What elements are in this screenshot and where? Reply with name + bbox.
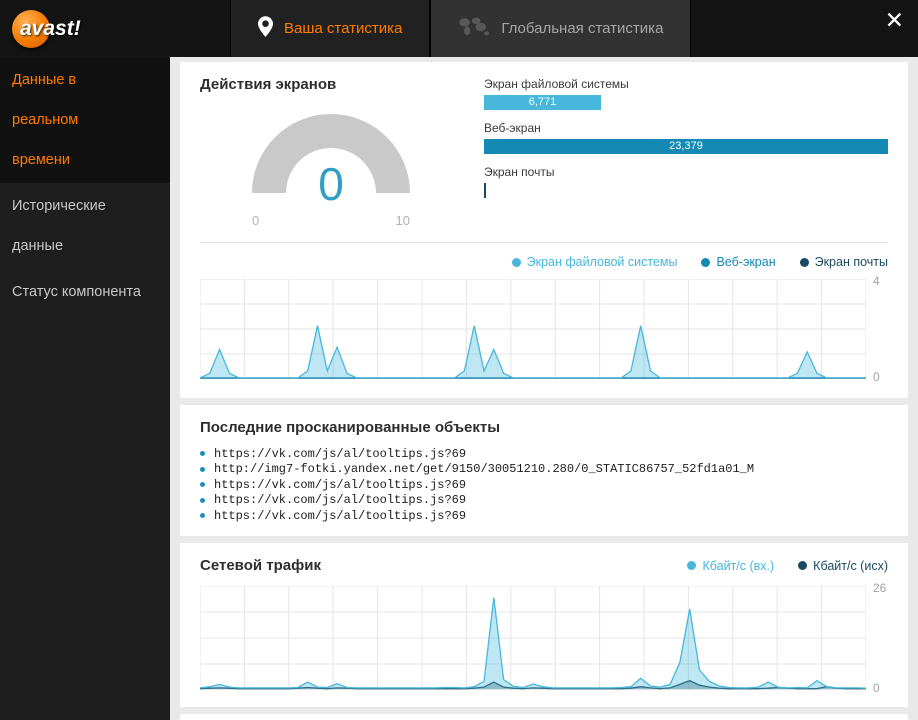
bullet-icon [200,497,205,503]
screen-actions-gauge: 0 [246,105,416,210]
tab-your-statistics[interactable]: Ваша статистика [230,0,431,57]
bullet-icon [200,513,205,519]
avast-logo: avast! [0,0,230,57]
network-traffic-legend: Кбайт/с (вх.) Кбайт/с (исх) [687,559,888,573]
bar-label: Экран почты [484,165,555,179]
main-content: Действия экранов 0 0 10 Экран файловой с… [170,57,918,720]
gauge-value: 0 [318,158,344,210]
network-traffic-card: Сетевой трафик Кбайт/с (вх.) Кбайт/с (ис… [180,543,908,707]
close-icon[interactable]: ✕ [885,9,904,32]
scanned-url: https://vk.com/js/al/tooltips.js?69 [214,477,467,492]
location-pin-icon [258,15,273,42]
legend-label: Кбайт/с (вх.) [702,558,775,573]
avast-logo-text: avast! [20,16,81,40]
scanned-objects-title: Последние просканированные объекты [200,419,501,436]
legend-dot-icon [511,257,521,267]
legend-label: Экран файловой системы [526,255,678,269]
divider [200,242,888,243]
legend-item-web: Веб-экран [701,255,776,269]
sidebar: Данные в реальном времени Исторические д… [0,57,170,720]
sidebar-item-realtime-data[interactable]: Данные в реальном времени [0,57,170,183]
screen-actions-legend: Экран файловой системы Веб-экран Экран п… [200,255,888,269]
y-axis-max-label: 4 [873,274,880,288]
bar-group-mail: Экран почты [484,165,888,198]
next-card-edge [180,714,908,720]
scanned-item: https://vk.com/js/al/tooltips.js?69 [200,446,888,462]
legend-dot-icon [687,561,697,570]
scanned-objects-card: Последние просканированные объекты https… [180,405,908,536]
bullet-icon [200,466,205,472]
bar-web: 23,379 [484,139,888,154]
scanned-item: https://vk.com/js/al/tooltips.js?69 [200,477,888,493]
legend-dot-icon [798,561,808,570]
screen-counters: Экран файловой системы 6,771 Веб-экран 2… [484,76,888,228]
gauge-min-label: 0 [252,213,260,228]
tab-label: Ваша статистика [284,20,403,37]
legend-label: Кбайт/с (исх) [813,558,888,573]
legend-item-file-system: Экран файловой системы [511,255,678,269]
scanned-item: https://vk.com/js/al/tooltips.js?69 [200,508,888,524]
bar-group-file-system: Экран файловой системы 6,771 [484,77,888,110]
y-axis-min-label: 0 [873,370,880,384]
bar-file-system: 6,771 [484,95,601,110]
screen-actions-title: Действия экранов [200,76,337,93]
scanned-url: https://vk.com/js/al/tooltips.js?69 [214,446,467,461]
network-traffic-title: Сетевой трафик [200,557,321,574]
tab-global-statistics[interactable]: Глобальная статистика [430,0,692,57]
topbar: avast! Ваша статистика Глобальная статис… [0,0,918,57]
network-traffic-chart-canvas [200,586,866,690]
legend-item-kbps-in: Кбайт/с (вх.) [687,559,774,573]
legend-item-mail: Экран почты [799,255,888,269]
scanned-item: http://img7-fotki.yandex.net/get/9150/30… [200,462,888,478]
bar-group-web: Веб-экран 23,379 [484,121,888,154]
bar-value: 23,379 [669,140,703,152]
scanned-url: http://img7-fotki.yandex.net/get/9150/30… [214,462,755,477]
legend-item-kbps-out: Кбайт/с (исх) [798,559,888,573]
bullet-icon [200,451,205,457]
bar-label: Веб-экран [484,121,541,135]
bullet-icon [200,482,205,488]
scanned-item: https://vk.com/js/al/tooltips.js?69 [200,493,888,509]
screen-actions-card: Действия экранов 0 0 10 Экран файловой с… [180,62,908,398]
gauge-max-label: 10 [395,213,410,228]
y-axis-max-label: 26 [873,581,887,595]
globe-icon [458,16,490,42]
legend-dot-icon [701,257,711,267]
y-axis-min-label: 0 [873,681,880,695]
bar-mail [484,183,486,198]
scanned-url: https://vk.com/js/al/tooltips.js?69 [214,493,467,508]
network-traffic-chart: 26 0 [200,581,888,695]
legend-label: Экран почты [814,255,888,269]
tab-label: Глобальная статистика [501,20,664,37]
sidebar-item-component-status[interactable]: Статус компонента [0,269,170,315]
screen-actions-chart: 4 0 [200,274,888,384]
scanned-objects-list: https://vk.com/js/al/tooltips.js?69 http… [200,446,888,524]
sidebar-item-historical-data[interactable]: Исторические данные [0,183,170,269]
legend-label: Веб-экран [716,255,776,269]
bar-value: 6,771 [528,96,557,108]
screen-actions-chart-canvas [200,279,866,379]
bar-label: Экран файловой системы [484,77,629,91]
legend-dot-icon [799,257,809,267]
scanned-url: https://vk.com/js/al/tooltips.js?69 [214,508,467,523]
